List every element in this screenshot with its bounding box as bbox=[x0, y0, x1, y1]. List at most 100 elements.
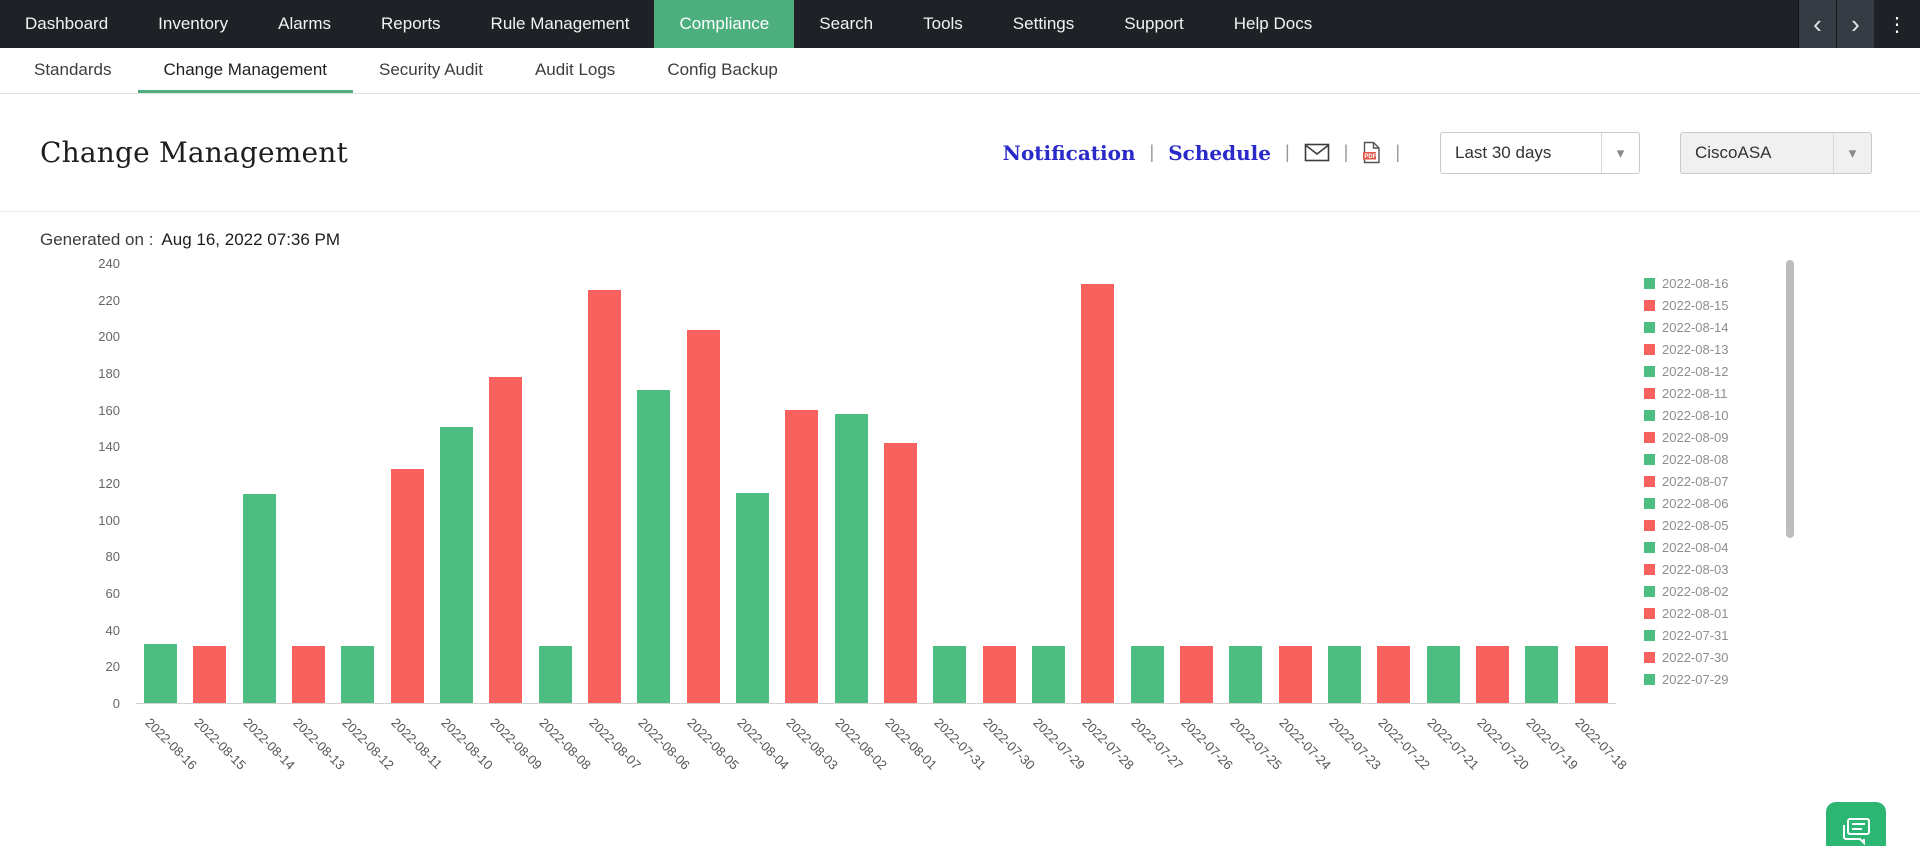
bar-2022-08-11[interactable] bbox=[391, 469, 424, 703]
nav-item-reports[interactable]: Reports bbox=[356, 0, 466, 48]
bar-2022-07-20[interactable] bbox=[1476, 646, 1509, 703]
time-range-dropdown[interactable]: Last 30 days ▾ bbox=[1440, 132, 1640, 174]
bar-2022-08-05[interactable] bbox=[687, 330, 720, 703]
bar-2022-08-09[interactable] bbox=[489, 377, 522, 703]
legend-item[interactable]: 2022-08-01 bbox=[1644, 602, 1729, 624]
chevron-down-icon[interactable]: ▾ bbox=[1833, 133, 1871, 173]
y-tick-label: 160 bbox=[98, 403, 120, 418]
notification-link[interactable]: Notification bbox=[1003, 141, 1136, 165]
legend-item[interactable]: 2022-08-06 bbox=[1644, 492, 1729, 514]
legend-item[interactable]: 2022-08-13 bbox=[1644, 338, 1729, 360]
bar-2022-08-07[interactable] bbox=[588, 290, 621, 703]
nav-item-support[interactable]: Support bbox=[1099, 0, 1209, 48]
bar-2022-07-31[interactable] bbox=[933, 646, 966, 703]
header-controls: Notification | Schedule | | PDF | bbox=[1003, 132, 1872, 174]
nav-item-tools[interactable]: Tools bbox=[898, 0, 988, 48]
bar-2022-07-24[interactable] bbox=[1279, 646, 1312, 703]
legend-item[interactable]: 2022-08-15 bbox=[1644, 294, 1729, 316]
x-tick-label: 2022-07-23 bbox=[1326, 715, 1384, 773]
bar-2022-08-10[interactable] bbox=[440, 427, 473, 703]
bar-2022-08-06[interactable] bbox=[637, 390, 670, 703]
nav-item-help-docs[interactable]: Help Docs bbox=[1209, 0, 1337, 48]
nav-item-search[interactable]: Search bbox=[794, 0, 898, 48]
legend-swatch bbox=[1644, 432, 1655, 443]
schedule-link[interactable]: Schedule bbox=[1168, 141, 1271, 165]
bar-slot bbox=[1419, 264, 1468, 703]
nav-item-dashboard[interactable]: Dashboard bbox=[0, 0, 133, 48]
top-nav-items: DashboardInventoryAlarmsReportsRule Mana… bbox=[0, 0, 1798, 48]
bar-2022-08-01[interactable] bbox=[884, 443, 917, 703]
bar-2022-08-12[interactable] bbox=[341, 646, 374, 703]
nav-item-settings[interactable]: Settings bbox=[988, 0, 1099, 48]
nav-scroll-left-button[interactable]: ‹ bbox=[1798, 0, 1836, 48]
bar-2022-07-23[interactable] bbox=[1328, 646, 1361, 703]
bar-slot bbox=[1369, 264, 1418, 703]
bar-2022-07-30[interactable] bbox=[983, 646, 1016, 703]
bar-2022-08-13[interactable] bbox=[292, 646, 325, 703]
legend-item[interactable]: 2022-08-16 bbox=[1644, 272, 1729, 294]
legend-label: 2022-08-10 bbox=[1662, 408, 1729, 423]
legend-swatch bbox=[1644, 586, 1655, 597]
tab-security-audit[interactable]: Security Audit bbox=[353, 48, 509, 93]
nav-item-compliance[interactable]: Compliance bbox=[654, 0, 794, 48]
y-tick-label: 0 bbox=[113, 696, 120, 711]
legend-item[interactable]: 2022-08-10 bbox=[1644, 404, 1729, 426]
legend-item[interactable]: 2022-07-31 bbox=[1644, 624, 1729, 646]
y-tick-label: 140 bbox=[98, 439, 120, 454]
bar-2022-08-02[interactable] bbox=[835, 414, 868, 703]
legend-item[interactable]: 2022-08-12 bbox=[1644, 360, 1729, 382]
legend-item[interactable]: 2022-08-09 bbox=[1644, 426, 1729, 448]
legend-item[interactable]: 2022-08-07 bbox=[1644, 470, 1729, 492]
overflow-menu-button[interactable]: ⋮ bbox=[1874, 0, 1920, 48]
bar-2022-08-08[interactable] bbox=[539, 646, 572, 703]
x-tick-label: 2022-07-20 bbox=[1474, 715, 1532, 773]
legend-item[interactable]: 2022-08-04 bbox=[1644, 536, 1729, 558]
export-pdf-button[interactable]: PDF bbox=[1362, 141, 1381, 164]
legend-item[interactable]: 2022-08-11 bbox=[1644, 382, 1729, 404]
nav-item-inventory[interactable]: Inventory bbox=[133, 0, 253, 48]
sub-tab-bar: StandardsChange ManagementSecurity Audit… bbox=[0, 48, 1920, 94]
bar-2022-07-29[interactable] bbox=[1032, 646, 1065, 703]
bar-slot bbox=[432, 264, 481, 703]
x-tick-label: 2022-07-30 bbox=[981, 715, 1039, 773]
bar-2022-07-25[interactable] bbox=[1229, 646, 1262, 703]
nav-item-alarms[interactable]: Alarms bbox=[253, 0, 356, 48]
tab-audit-logs[interactable]: Audit Logs bbox=[509, 48, 641, 93]
legend-swatch bbox=[1644, 388, 1655, 399]
legend-label: 2022-08-11 bbox=[1662, 386, 1728, 401]
nav-item-rule-management[interactable]: Rule Management bbox=[466, 0, 655, 48]
support-chat-button[interactable] bbox=[1826, 802, 1886, 846]
bar-slot bbox=[777, 264, 826, 703]
bar-2022-07-26[interactable] bbox=[1180, 646, 1213, 703]
legend-item[interactable]: 2022-08-03 bbox=[1644, 558, 1729, 580]
bar-2022-07-28[interactable] bbox=[1081, 284, 1114, 703]
bar-2022-08-16[interactable] bbox=[144, 644, 177, 703]
x-tick-label: 2022-07-29 bbox=[1030, 715, 1088, 773]
legend-item[interactable]: 2022-07-29 bbox=[1644, 668, 1729, 690]
chevron-right-icon: › bbox=[1851, 9, 1860, 39]
email-report-button[interactable] bbox=[1304, 143, 1330, 162]
legend-label: 2022-08-13 bbox=[1662, 342, 1729, 357]
tab-config-backup[interactable]: Config Backup bbox=[641, 48, 804, 93]
bar-2022-07-22[interactable] bbox=[1377, 646, 1410, 703]
device-dropdown[interactable]: CiscoASA ▾ bbox=[1680, 132, 1872, 174]
legend-item[interactable]: 2022-07-30 bbox=[1644, 646, 1729, 668]
nav-scroll-right-button[interactable]: › bbox=[1836, 0, 1874, 48]
legend-item[interactable]: 2022-08-08 bbox=[1644, 448, 1729, 470]
bar-2022-07-21[interactable] bbox=[1427, 646, 1460, 703]
bar-2022-08-15[interactable] bbox=[193, 646, 226, 703]
tab-standards[interactable]: Standards bbox=[8, 48, 138, 93]
scrollbar-thumb[interactable] bbox=[1786, 260, 1794, 538]
bar-2022-07-19[interactable] bbox=[1525, 646, 1558, 703]
x-tick-label: 2022-08-16 bbox=[142, 715, 200, 773]
bar-2022-08-04[interactable] bbox=[736, 493, 769, 703]
tab-change-management[interactable]: Change Management bbox=[138, 48, 354, 93]
bar-2022-07-18[interactable] bbox=[1575, 646, 1608, 703]
bar-2022-08-14[interactable] bbox=[243, 494, 276, 703]
bar-2022-08-03[interactable] bbox=[785, 410, 818, 703]
legend-item[interactable]: 2022-08-05 bbox=[1644, 514, 1729, 536]
chevron-down-icon[interactable]: ▾ bbox=[1601, 133, 1639, 173]
legend-item[interactable]: 2022-08-14 bbox=[1644, 316, 1729, 338]
bar-2022-07-27[interactable] bbox=[1131, 646, 1164, 703]
legend-item[interactable]: 2022-08-02 bbox=[1644, 580, 1729, 602]
